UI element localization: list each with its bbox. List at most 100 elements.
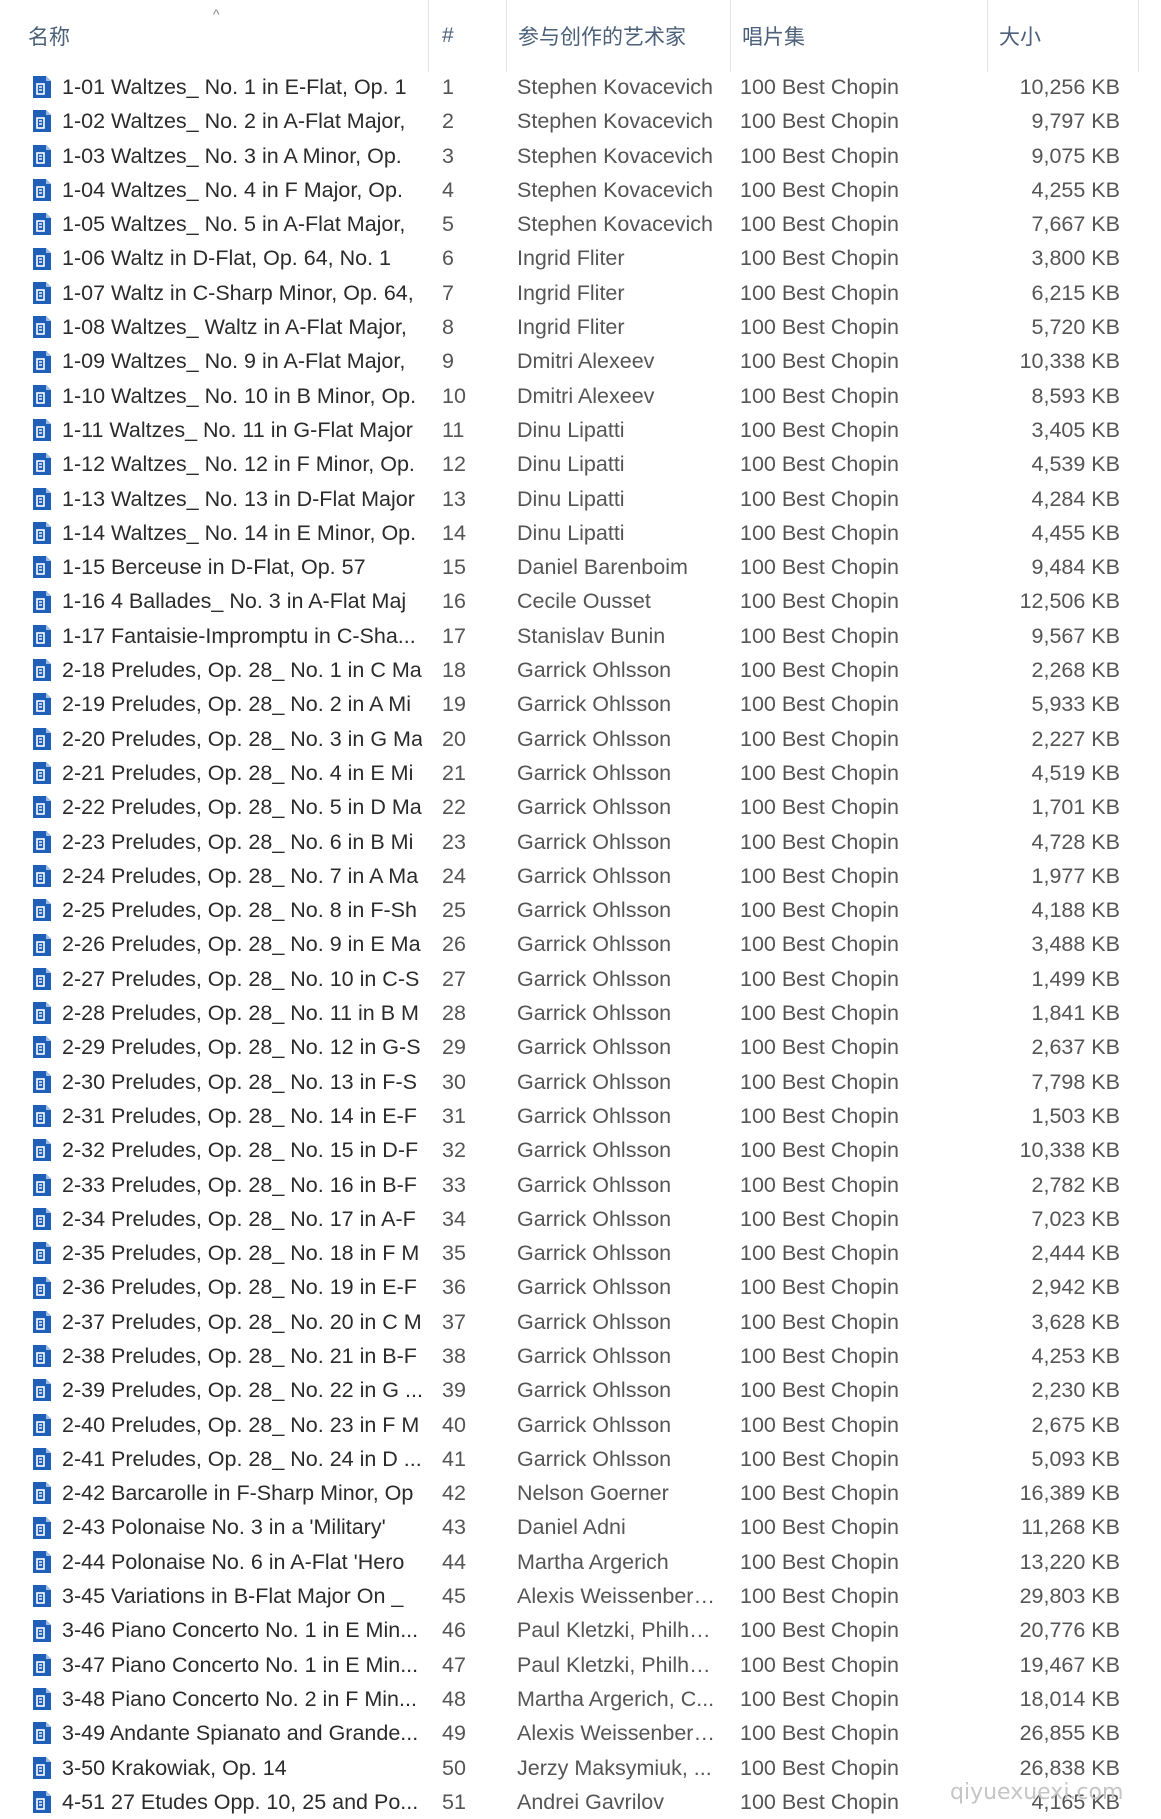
table-row[interactable]: 2-20 Preludes, Op. 28_ No. 3 in G Ma 20 Ga…: [0, 722, 1161, 756]
file-name: 1-07 Waltz in C-Sharp Minor, Op. 64,: [62, 280, 414, 305]
artist-name: Stephen Kovacevich: [517, 75, 714, 99]
table-row[interactable]: 2-31 Preludes, Op. 28_ No. 14 in E-F 31 Ga…: [0, 1099, 1161, 1133]
track-number: 28: [442, 1001, 466, 1026]
audio-file-icon: [32, 1030, 54, 1064]
track-number: 8: [442, 315, 454, 340]
artist-name: Garrick Ohlsson: [517, 760, 672, 785]
audio-file-icon: [32, 1510, 54, 1544]
table-row[interactable]: 2-39 Preludes, Op. 28_ No. 22 in G ... 39…: [0, 1373, 1161, 1407]
album-name: 100 Best Chopin: [740, 177, 899, 202]
track-number: 32: [442, 1138, 466, 1163]
table-row[interactable]: 1-07 Waltz in C-Sharp Minor, Op. 64, 7 Ing…: [0, 276, 1161, 310]
file-size: 10,256 KB: [1019, 75, 1120, 99]
table-row[interactable]: 1-01 Waltzes_ No. 1 in E-Flat, Op. 1 1 Ste…: [0, 70, 1161, 104]
file-size: 3,800 KB: [1031, 246, 1120, 271]
artist-name: Jerzy Maksymiuk, ...: [517, 1755, 712, 1780]
table-row[interactable]: 1-06 Waltz in D-Flat, Op. 64, No. 1 6 Ingr…: [0, 241, 1161, 275]
album-name: 100 Best Chopin: [740, 1378, 899, 1403]
track-number: 50: [442, 1755, 466, 1780]
table-row[interactable]: 2-38 Preludes, Op. 28_ No. 21 in B-F 38 Ga…: [0, 1339, 1161, 1373]
table-row[interactable]: 2-34 Preludes, Op. 28_ No. 17 in A-F 34 Ga…: [0, 1202, 1161, 1236]
file-size: 2,227 KB: [1031, 726, 1120, 751]
table-row[interactable]: 3-49 Andante Spianato and Grande... 49 Ale…: [0, 1716, 1161, 1750]
table-row[interactable]: 3-45 Variations in B-Flat Major On _ 45 Al…: [0, 1579, 1161, 1613]
table-row[interactable]: 1-17 Fantaisie-Impromptu in C-Sha... 17 St…: [0, 619, 1161, 653]
table-row[interactable]: 2-43 Polonaise No. 3 in a 'Military' 43 Da…: [0, 1510, 1161, 1544]
album-name: 100 Best Chopin: [740, 1069, 899, 1094]
file-size: 9,484 KB: [1031, 555, 1120, 580]
table-row[interactable]: 1-10 Waltzes_ No. 10 in B Minor, Op. 10 Dm…: [0, 379, 1161, 413]
table-row[interactable]: 3-46 Piano Concerto No. 1 in E Min... 46 P…: [0, 1613, 1161, 1647]
audio-file-icon: [32, 447, 54, 481]
track-number: 10: [442, 383, 466, 408]
table-row[interactable]: 2-44 Polonaise No. 6 in A-Flat 'Hero 44 Ma…: [0, 1545, 1161, 1579]
table-row[interactable]: 1-14 Waltzes_ No. 14 in E Minor, Op. 14 Di…: [0, 516, 1161, 550]
file-name: 2-21 Preludes, Op. 28_ No. 4 in E Mi: [62, 760, 414, 785]
table-row[interactable]: 1-08 Waltzes_ Waltz in A-Flat Major, 8 Ing…: [0, 310, 1161, 344]
column-header-name[interactable]: 名称: [18, 0, 429, 72]
file-size: 4,255 KB: [1031, 177, 1120, 202]
table-row[interactable]: 2-28 Preludes, Op. 28_ No. 11 in B M 28 Ga…: [0, 996, 1161, 1030]
album-name: 100 Best Chopin: [740, 623, 899, 648]
table-row[interactable]: 1-11 Waltzes_ No. 11 in G-Flat Major 11 Di…: [0, 413, 1161, 447]
table-row[interactable]: 1-03 Waltzes_ No. 3 in A Minor, Op. 3 Step…: [0, 139, 1161, 173]
audio-file-icon: [32, 70, 54, 104]
audio-file-icon: [32, 310, 54, 344]
table-row[interactable]: 2-22 Preludes, Op. 28_ No. 5 in D Ma 22 Ga…: [0, 790, 1161, 824]
file-name: 2-25 Preludes, Op. 28_ No. 8 in F-Sh: [62, 898, 417, 923]
table-row[interactable]: 2-42 Barcarolle in F-Sharp Minor, Op 42 Ne…: [0, 1476, 1161, 1510]
track-number: 6: [442, 246, 454, 271]
file-name: 3-48 Piano Concerto No. 2 in F Min...: [62, 1686, 417, 1711]
table-row[interactable]: 2-24 Preludes, Op. 28_ No. 7 in A Ma 24 Ga…: [0, 859, 1161, 893]
artist-name: Alexis Weissenberg...: [517, 1721, 717, 1746]
artist-name: Garrick Ohlsson: [517, 1412, 672, 1437]
track-number: 44: [442, 1549, 466, 1574]
audio-file-icon: [32, 1305, 54, 1339]
column-header-album[interactable]: 唱片集: [732, 0, 988, 72]
audio-file-icon: [32, 1099, 54, 1133]
album-name: 100 Best Chopin: [740, 1275, 899, 1300]
table-row[interactable]: 2-36 Preludes, Op. 28_ No. 19 in E-F 36 Ga…: [0, 1270, 1161, 1304]
column-header-size[interactable]: 大小: [989, 0, 1139, 72]
table-row[interactable]: 2-41 Preludes, Op. 28_ No. 24 in D ... 41…: [0, 1442, 1161, 1476]
column-header-number[interactable]: #: [432, 0, 507, 72]
table-row[interactable]: 2-27 Preludes, Op. 28_ No. 10 in C-S 27 Ga…: [0, 962, 1161, 996]
artist-name: Garrick Ohlsson: [517, 1206, 672, 1231]
table-row[interactable]: 2-32 Preludes, Op. 28_ No. 15 in D-F 32 Ga…: [0, 1133, 1161, 1167]
artist-name: Garrick Ohlsson: [517, 795, 672, 820]
table-row[interactable]: 2-23 Preludes, Op. 28_ No. 6 in B Mi 23 Ga…: [0, 825, 1161, 859]
audio-file-icon: [32, 893, 54, 927]
artist-name: Andrei Gavrilov: [517, 1789, 664, 1814]
track-number: 15: [442, 555, 466, 580]
table-row[interactable]: 1-04 Waltzes_ No. 4 in F Major, Op. 4 Step…: [0, 173, 1161, 207]
table-row[interactable]: 1-05 Waltzes_ No. 5 in A-Flat Major, 5 Ste…: [0, 207, 1161, 241]
track-number: 26: [442, 932, 466, 957]
table-row[interactable]: 2-37 Preludes, Op. 28_ No. 20 in C M 37 Ga…: [0, 1305, 1161, 1339]
table-row[interactable]: 2-18 Preludes, Op. 28_ No. 1 in C Ma 18 Ga…: [0, 653, 1161, 687]
table-row[interactable]: 3-48 Piano Concerto No. 2 in F Min... 48 M…: [0, 1682, 1161, 1716]
table-row[interactable]: 2-26 Preludes, Op. 28_ No. 9 in E Ma 26 Ga…: [0, 927, 1161, 961]
table-row[interactable]: 1-09 Waltzes_ No. 9 in A-Flat Major, 9 Dmi…: [0, 344, 1161, 378]
table-row[interactable]: 2-30 Preludes, Op. 28_ No. 13 in F-S 30 Ga…: [0, 1065, 1161, 1099]
column-header-artist[interactable]: 参与创作的艺术家: [508, 0, 731, 72]
album-name: 100 Best Chopin: [740, 1035, 899, 1060]
table-row[interactable]: 1-02 Waltzes_ No. 2 in A-Flat Major, 2 Ste…: [0, 104, 1161, 138]
table-row[interactable]: 1-13 Waltzes_ No. 13 in D-Flat Major 13 Di…: [0, 482, 1161, 516]
table-row[interactable]: 1-15 Berceuse in D-Flat, Op. 57 15 Daniel …: [0, 550, 1161, 584]
table-row[interactable]: 1-12 Waltzes_ No. 12 in F Minor, Op. 12 Di…: [0, 447, 1161, 481]
artist-name: Ingrid Fliter: [517, 280, 625, 305]
file-name: 2-24 Preludes, Op. 28_ No. 7 in A Ma: [62, 863, 419, 888]
table-row[interactable]: 2-40 Preludes, Op. 28_ No. 23 in F M 40 Ga…: [0, 1408, 1161, 1442]
table-row[interactable]: 2-35 Preludes, Op. 28_ No. 18 in F M 35 Ga…: [0, 1236, 1161, 1270]
table-row[interactable]: 2-25 Preludes, Op. 28_ No. 8 in F-Sh 25 Ga…: [0, 893, 1161, 927]
table-row[interactable]: 2-21 Preludes, Op. 28_ No. 4 in E Mi 21 Ga…: [0, 756, 1161, 790]
track-number: 41: [442, 1446, 466, 1471]
audio-file-icon: [32, 653, 54, 687]
file-size: 4,253 KB: [1031, 1343, 1120, 1368]
table-row[interactable]: 3-47 Piano Concerto No. 1 in E Min... 47 P…: [0, 1648, 1161, 1682]
table-row[interactable]: 2-33 Preludes, Op. 28_ No. 16 in B-F 33 Ga…: [0, 1168, 1161, 1202]
album-name: 100 Best Chopin: [740, 1584, 899, 1609]
table-row[interactable]: 2-29 Preludes, Op. 28_ No. 12 in G-S 29 Ga…: [0, 1030, 1161, 1064]
table-row[interactable]: 1-16 4 Ballades_ No. 3 in A-Flat Maj 16 Ce…: [0, 584, 1161, 618]
table-row[interactable]: 2-19 Preludes, Op. 28_ No. 2 in A Mi 19 Ga…: [0, 687, 1161, 721]
